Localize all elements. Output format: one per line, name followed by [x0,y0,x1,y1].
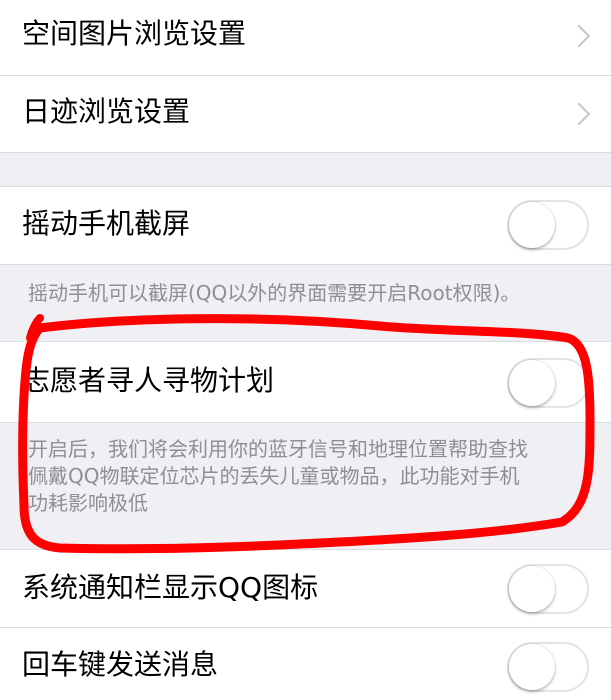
toggle-knob [509,566,555,612]
volunteer-search-toggle[interactable] [507,358,589,408]
settings-page: 空间图片浏览设置 日迹浏览设置 摇动手机截屏 摇动手机可以截屏(QQ以外的界面需… [0,0,611,700]
enter-to-send-toggle[interactable] [507,642,589,692]
photo-browse-settings-label: 空间图片浏览设置 [22,17,247,50]
chevron-right-icon [567,102,591,126]
enter-to-send-row: 回车键发送消息 [0,628,611,700]
volunteer-search-description-line: 开启后，我们将会利用你的蓝牙信号和地理位置帮助查找 [28,437,528,461]
shake-screenshot-toggle[interactable] [507,200,589,250]
shake-screenshot-row: 摇动手机截屏 [0,187,611,264]
volunteer-search-label: 志愿者寻人寻物计划 [22,364,275,397]
diary-browse-settings-row[interactable]: 日迹浏览设置 [0,76,611,152]
enter-to-send-label: 回车键发送消息 [22,648,219,681]
notification-icon-label: 系统通知栏显示QQ图标 [22,571,319,604]
shake-screenshot-label: 摇动手机截屏 [22,207,191,240]
volunteer-search-description-line: 佩戴QQ物联定位芯片的丢失儿童或物品，此功能对手机 [28,464,520,488]
diary-browse-settings-label: 日迹浏览设置 [22,95,191,128]
divider [0,422,611,423]
divider [0,264,611,265]
toggle-knob [509,360,555,406]
volunteer-search-row: 志愿者寻人寻物计划 [0,342,611,422]
notification-icon-toggle[interactable] [507,564,589,614]
shake-screenshot-description: 摇动手机可以截屏(QQ以外的界面需要开启Root权限)。 [28,281,521,305]
toggle-knob [509,202,555,248]
toggle-knob [509,644,555,690]
chevron-right-icon [567,24,591,48]
photo-browse-settings-row[interactable]: 空间图片浏览设置 [0,0,611,75]
volunteer-search-description-line: 功耗影响极低 [28,491,148,515]
notification-icon-row: 系统通知栏显示QQ图标 [0,550,611,627]
divider [0,152,611,153]
